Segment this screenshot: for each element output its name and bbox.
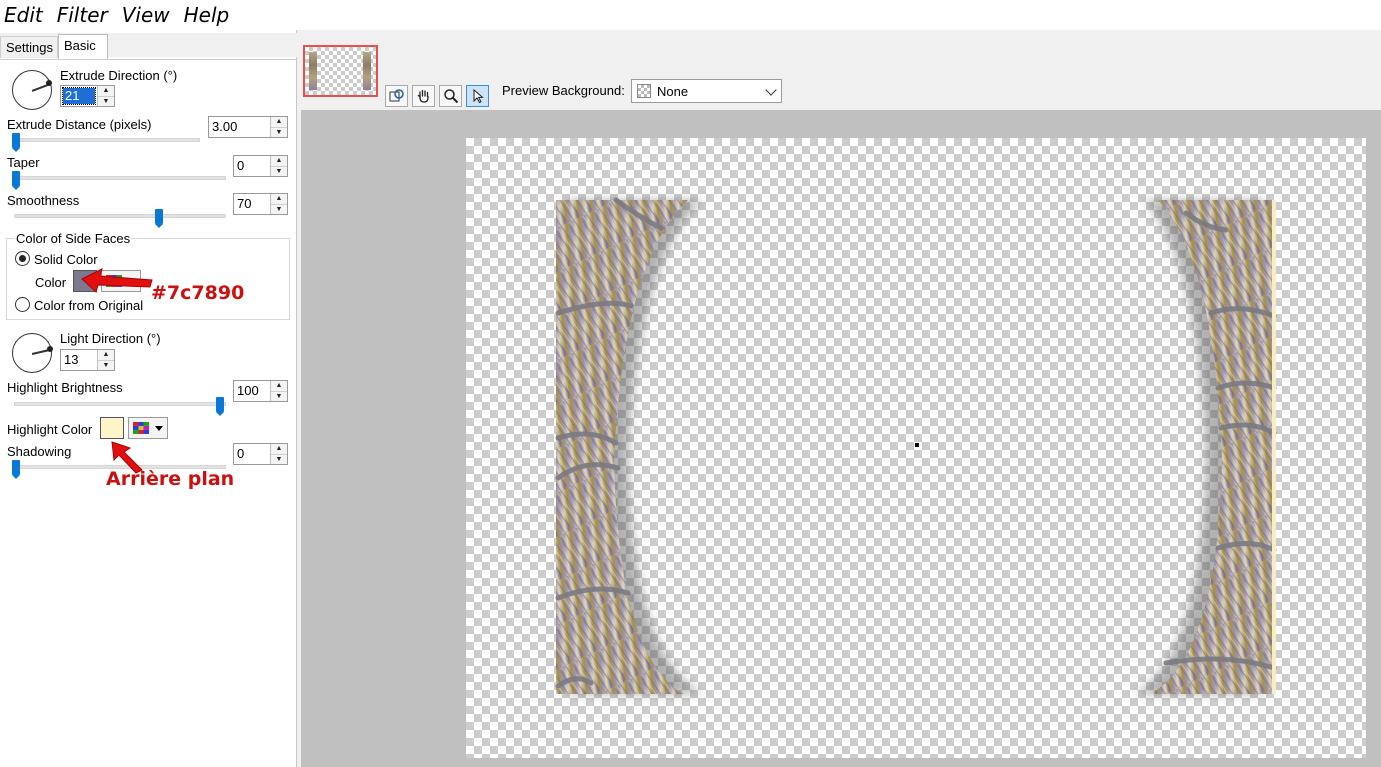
side-color-label: Color [35,275,67,290]
taper-slider[interactable] [12,171,20,190]
proof-icon[interactable] [385,85,408,107]
thumbnail-right-strip [363,52,371,90]
taper-track[interactable] [14,176,226,180]
preview-background-select[interactable]: None [631,79,782,103]
smoothness-value[interactable]: 70 [234,194,270,214]
extrude-distance-value[interactable]: 3.00 [209,117,270,137]
light-direction-value[interactable]: 13 [61,350,97,370]
taper-label: Taper [7,155,40,170]
pointer-icon[interactable] [466,85,489,107]
color-from-original-label: Color from Original [34,298,144,313]
extrude-distance-input[interactable]: 3.00 ▲ ▼ [208,116,288,138]
shadowing-slider[interactable] [12,460,20,479]
highlight-brightness-slider[interactable] [216,397,224,416]
preview-pane: Preview Background: None [301,30,1381,767]
taper-input[interactable]: 0 ▲ ▼ [233,155,288,177]
spin-down-icon[interactable]: ▼ [271,203,287,215]
tab-strip: Settings Basic [0,33,297,60]
zoom-icon[interactable] [439,85,462,107]
extrude-distance-label: Extrude Distance (pixels) [7,117,152,132]
menu-edit[interactable]: Edit [0,3,47,27]
preview-background-label: Preview Background: [502,83,625,98]
annotation-background-note: Arrière plan [106,468,235,490]
taper-value[interactable]: 0 [234,156,270,176]
solid-color-label: Solid Color [34,252,98,267]
smoothness-track[interactable] [14,214,226,218]
dial-knob [46,80,52,86]
smoothness-input[interactable]: 70 ▲ ▼ [233,193,288,215]
pan-hand-icon[interactable] [412,85,435,107]
menu-filter[interactable]: Filter [53,3,112,27]
solid-color-radio[interactable] [15,251,30,266]
highlight-color-palette-button[interactable] [128,417,168,439]
dial-knob [47,346,53,352]
red-arrow-icon [81,268,153,293]
tab-settings[interactable]: Settings [0,36,58,58]
shadowing-label: Shadowing [7,444,72,459]
shadowing-input[interactable]: 0 ▲ ▼ [233,443,288,465]
preview-artwork [555,197,1277,694]
spin-down-icon[interactable]: ▼ [98,95,114,107]
spin-up-icon[interactable]: ▲ [271,117,287,127]
color-from-original-radio[interactable] [15,297,30,312]
spin-down-icon[interactable]: ▼ [271,165,287,177]
spin-up-icon[interactable]: ▲ [98,86,114,96]
palette-icon [133,422,149,434]
smoothness-slider[interactable] [154,209,163,228]
menu-view[interactable]: View [118,3,174,27]
extrude-distance-track[interactable] [14,138,200,142]
spin-down-icon[interactable]: ▼ [271,453,287,465]
extrude-direction-dial-icon[interactable] [12,70,52,110]
side-faces-title: Color of Side Faces [15,231,132,246]
transparent-swatch-icon [637,84,651,98]
extrude-direction-input[interactable]: 21 ▲ ▼ [60,85,115,107]
extrude-direction-label: Extrude Direction (°) [60,68,178,83]
highlight-brightness-label: Highlight Brightness [7,380,123,395]
highlight-brightness-input[interactable]: 100 ▲ ▼ [233,380,288,402]
tab-basic[interactable]: Basic [58,34,108,59]
smoothness-label: Smoothness [7,193,80,208]
light-direction-dial-icon[interactable] [12,333,53,373]
spin-up-icon[interactable]: ▲ [271,156,287,166]
highlight-color-label: Highlight Color [7,422,93,437]
annotation-color-hex: #7c7890 [151,282,245,304]
settings-panel: Settings Basic Extrude Direction (°) 21 … [0,30,297,767]
chevron-down-icon [765,84,777,96]
menu-help[interactable]: Help [180,3,234,27]
highlight-brightness-value[interactable]: 100 [234,381,270,401]
shadowing-value[interactable]: 0 [234,444,270,464]
spin-up-icon[interactable]: ▲ [271,194,287,204]
extrude-distance-slider[interactable] [12,133,20,152]
spin-up-icon[interactable]: ▲ [271,444,287,454]
spin-down-icon[interactable]: ▼ [271,126,287,138]
preview-background-value: None [657,84,689,99]
spin-up-icon[interactable]: ▲ [271,381,287,391]
preview-canvas[interactable] [466,138,1366,758]
dropdown-arrow-icon [155,426,163,431]
highlight-brightness-track[interactable] [14,402,226,406]
cursor-marker [915,443,919,447]
navigator-thumbnail[interactable] [303,45,378,97]
spin-down-icon[interactable]: ▼ [98,359,114,371]
light-direction-label: Light Direction (°) [60,331,161,346]
extrude-direction-value[interactable]: 21 [62,87,96,105]
spin-up-icon[interactable]: ▲ [98,350,114,360]
preview-canvas-area[interactable] [301,110,1381,767]
menu-bar: Edit Filter View Help [0,0,1381,30]
highlight-color-swatch[interactable] [100,417,124,439]
tab-divider [0,59,297,60]
light-direction-input[interactable]: 13 ▲ ▼ [60,349,115,371]
spin-down-icon[interactable]: ▼ [271,390,287,402]
thumbnail-left-strip [309,52,317,90]
